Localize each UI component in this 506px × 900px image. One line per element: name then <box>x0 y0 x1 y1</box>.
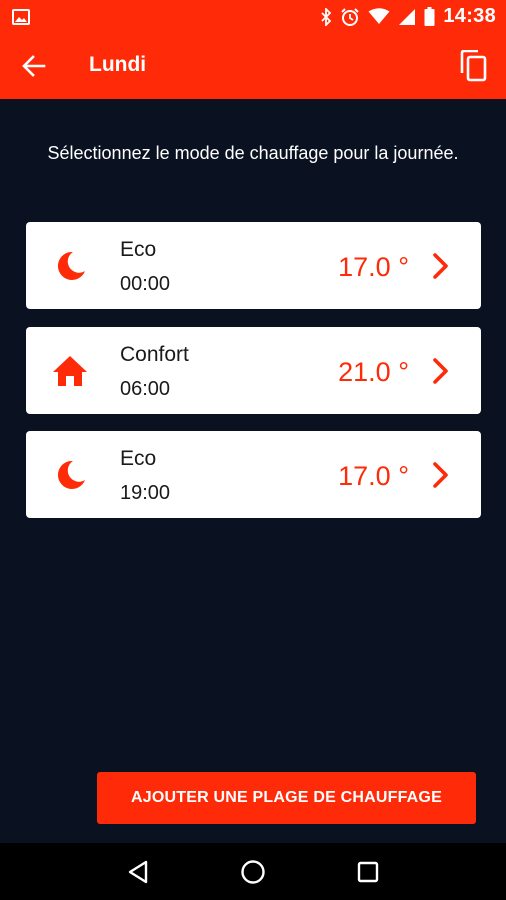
wifi-icon <box>368 8 390 25</box>
chevron-right-icon <box>431 460 451 490</box>
copy-icon <box>460 50 487 82</box>
status-bar: 14:38 <box>0 0 506 33</box>
image-icon <box>12 8 30 25</box>
square-recents-icon <box>358 861 379 882</box>
circle-home-icon <box>241 859 265 884</box>
triangle-back-icon <box>128 860 147 883</box>
schedule-temperature: 17.0 ° <box>338 252 409 282</box>
nav-back-button[interactable] <box>118 852 158 892</box>
schedule-item-eco-evening[interactable]: Eco 19:00 17.0 ° <box>26 431 481 518</box>
nav-recents-button[interactable] <box>348 852 388 892</box>
page-title: Lundi <box>89 53 147 76</box>
battery-icon <box>424 7 435 26</box>
schedule-time: 00:00 <box>120 273 171 295</box>
schedule-temperature: 21.0 ° <box>338 357 409 387</box>
schedule-time: 06:00 <box>120 378 171 400</box>
add-heating-slot-button[interactable]: AJOUTER UNE PLAGE DE CHAUFFAGE <box>97 772 476 824</box>
instruction-text: Sélectionnez le mode de chauffage pour l… <box>47 143 459 163</box>
schedule-temperature: 17.0 ° <box>338 461 409 491</box>
status-time: 14:38 <box>443 5 496 27</box>
schedule-mode: Eco <box>120 447 157 470</box>
chevron-right-icon <box>431 356 451 386</box>
signal-icon <box>398 8 416 26</box>
nav-home-button[interactable] <box>233 852 273 892</box>
status-icons: 14:38 <box>320 5 496 28</box>
schedule-mode: Confort <box>120 343 189 366</box>
chevron-right-icon <box>431 251 451 281</box>
schedule-item-eco-morning[interactable]: Eco 00:00 17.0 ° <box>26 222 481 309</box>
alarm-icon <box>340 7 360 27</box>
back-button[interactable] <box>18 51 50 81</box>
moon-icon <box>52 457 88 493</box>
navigation-bar <box>0 843 506 900</box>
schedule-item-confort[interactable]: Confort 06:00 21.0 ° <box>26 327 481 414</box>
arrow-back-icon <box>22 55 46 77</box>
moon-icon <box>52 248 88 284</box>
schedule-mode: Eco <box>120 238 157 261</box>
app-bar: Lundi <box>0 33 506 99</box>
schedule-time: 19:00 <box>120 482 171 504</box>
home-icon <box>52 353 88 389</box>
copy-button[interactable] <box>456 49 490 83</box>
bluetooth-icon <box>320 7 332 26</box>
